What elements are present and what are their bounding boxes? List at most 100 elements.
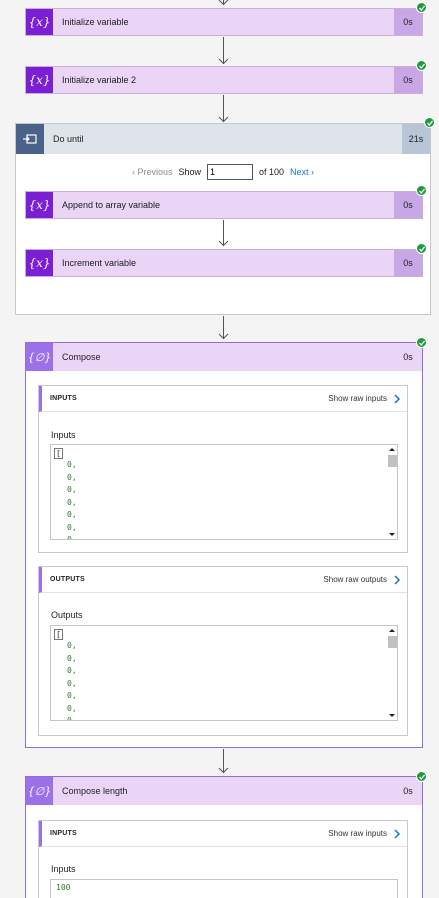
compose-title: Compose [62,352,101,362]
chevron-left-icon: ‹ [131,167,135,177]
previous-label: Previous [137,167,173,177]
next-button[interactable]: Next › [290,167,314,177]
duration-badge: 0s [394,250,422,276]
do-until-title: Do until [53,134,84,144]
code-line: 0, [67,716,77,721]
arrow-down-icon [218,767,229,774]
arrow-down-icon [218,333,229,340]
success-check-icon [416,60,427,71]
compose-length-header[interactable]: {∅} Compose length 0s [26,777,422,805]
compose-header[interactable]: {∅} Compose 0s [26,343,422,371]
compose-action: {∅} Compose 0s INPUTS Show raw inputs In… [25,342,423,748]
inputs-header: INPUTS Show raw inputs [39,386,407,412]
code-line: 0, [67,641,77,650]
iteration-pager: ‹ Previous Show of 100 Next › [16,164,430,180]
duration-badge: 0s [394,9,422,35]
scroll-up-icon[interactable] [389,448,395,451]
scroll-thumb[interactable] [388,455,397,467]
action-append-to-array-variable[interactable]: {x} Append to array variable 0s [25,191,423,219]
outputs-code-box[interactable]: [ 0, 0, 0, 0, 0, 0, 0, [50,625,398,721]
arrow-down-icon [218,240,229,247]
success-check-icon [416,2,427,13]
scroll-down-icon[interactable] [389,714,395,717]
success-check-icon [424,117,435,128]
duration-badge: 21s [402,124,430,154]
do-until-header[interactable]: Do until 21s [16,124,430,154]
chevron-right-icon[interactable] [393,574,401,585]
arrow-down-icon [218,58,229,65]
chevron-right-icon: › [311,167,315,177]
scrollbar[interactable] [388,626,397,720]
arrow-down-icon [218,116,229,123]
inputs-section: INPUTS Show raw inputs Inputs [ 0, 0, 0,… [38,385,408,553]
scroll-up-icon[interactable] [389,629,395,632]
arrow-down-icon [218,0,229,6]
duration-badge: 0s [394,192,422,218]
code-line: 0, [67,691,77,700]
open-bracket: [ [54,629,63,640]
iteration-input[interactable] [206,164,253,180]
code-line: 0, [67,678,77,688]
variable-icon: {x} [26,67,53,93]
code-line: 0, [67,535,77,540]
action-increment-variable[interactable]: {x} Increment variable 0s [25,249,423,277]
success-check-icon [416,185,427,196]
outputs-header-label: OUTPUTS [50,576,85,583]
iteration-total: of 100 [258,167,285,177]
code-line: 0, [67,703,77,713]
compose-icon: {∅} [26,343,53,371]
success-check-icon [416,771,427,782]
code-line: 0, [67,485,77,494]
code-lines: 0, 0, 0, 0, 0, 0, 0, [67,459,77,540]
scrollbar[interactable] [388,445,397,539]
show-raw-outputs-link[interactable]: Show raw outputs [323,575,387,584]
scroll-thumb[interactable] [388,636,397,648]
length-value: 100 [56,883,71,892]
code-line: 0, [67,510,77,519]
inputs-header-label: INPUTS [50,395,77,402]
show-raw-inputs-link[interactable]: Show raw inputs [328,829,387,838]
success-check-icon [416,337,427,348]
outputs-header: OUTPUTS Show raw outputs [39,567,407,593]
compose-length-title: Compose length [62,786,128,796]
action-initialize-variable-2[interactable]: {x} Initialize variable 2 0s [25,66,423,94]
action-initialize-variable[interactable]: {x} Initialize variable 0s [25,8,423,36]
inputs-section: INPUTS Show raw inputs Inputs 100 [38,820,408,898]
action-title: Append to array variable [62,200,161,210]
code-line: 0, [67,497,77,507]
variable-icon: {x} [26,250,53,276]
outputs-label: Outputs [51,610,83,620]
compose-icon: {∅} [26,777,53,805]
do-until-container: Do until 21s ‹ Previous Show of 100 Next… [15,123,431,315]
previous-button[interactable]: ‹ Previous [132,167,173,177]
inputs-code-box[interactable]: 100 [50,879,398,898]
code-line: 0, [67,522,77,532]
outputs-section: OUTPUTS Show raw outputs Outputs [ 0, 0,… [38,566,408,736]
variable-icon: {x} [26,192,53,218]
compose-length-action: {∅} Compose length 0s INPUTS Show raw in… [25,776,423,898]
code-line: 0, [67,653,77,663]
chevron-right-icon[interactable] [393,393,401,404]
inputs-header-label: INPUTS [50,830,77,837]
code-line: 0, [67,666,77,675]
show-raw-inputs-link[interactable]: Show raw inputs [328,394,387,403]
inputs-header: INPUTS Show raw inputs [39,821,407,847]
success-check-icon [416,243,427,254]
loop-icon [16,124,44,154]
variable-icon: {x} [26,9,53,35]
action-title: Increment variable [62,258,137,268]
chevron-right-icon[interactable] [393,828,401,839]
duration-badge: 0s [394,67,422,93]
code-line: 0, [67,472,77,482]
open-bracket: [ [54,448,63,459]
show-label: Show [178,167,201,177]
inputs-label: Inputs [51,430,76,440]
action-title: Initialize variable 2 [62,75,137,85]
code-lines: 0, 0, 0, 0, 0, 0, 0, [67,640,77,721]
code-line: 0, [67,460,77,469]
action-title: Initialize variable [62,17,129,27]
next-label: Next [290,167,309,177]
inputs-code-box[interactable]: [ 0, 0, 0, 0, 0, 0, 0, [50,444,398,540]
scroll-down-icon[interactable] [389,533,395,536]
inputs-label: Inputs [51,864,76,874]
